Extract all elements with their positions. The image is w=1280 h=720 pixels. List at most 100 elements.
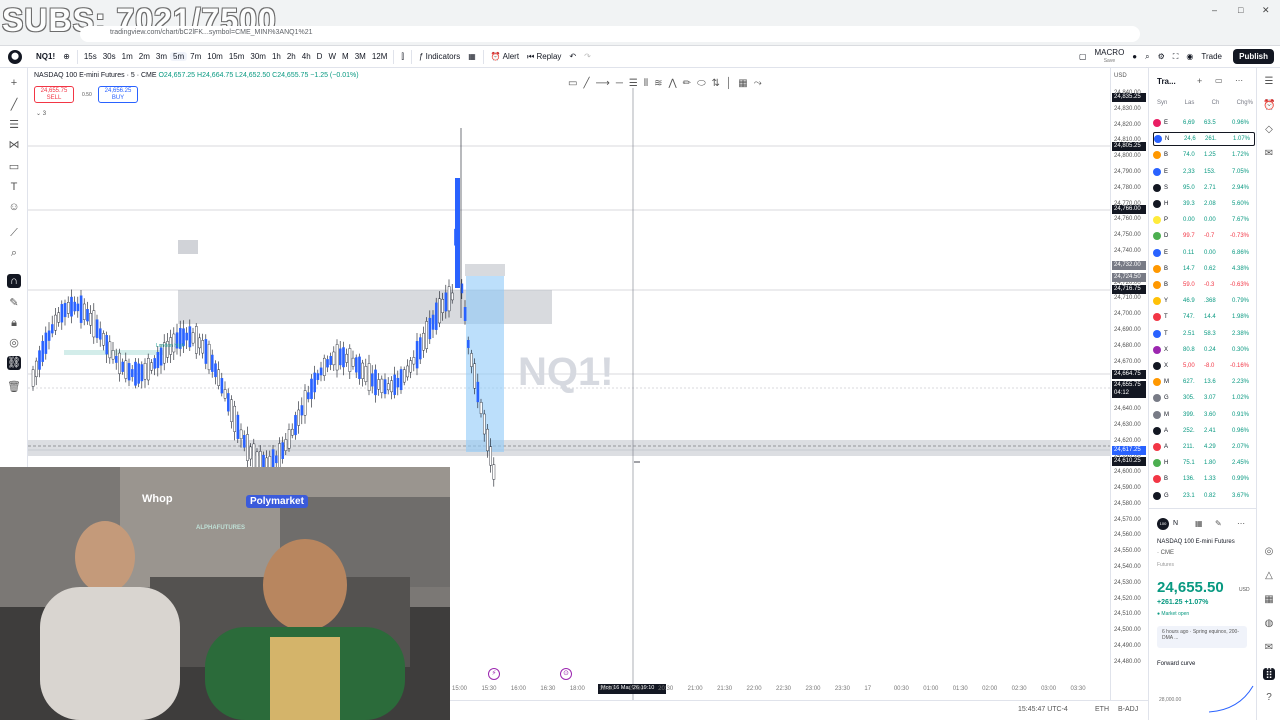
watchlist-row[interactable]: S 95.0 2.71 2.94% — [1153, 181, 1255, 195]
watchlist-row[interactable]: E 2,33 153. 7.05% — [1153, 165, 1255, 179]
close-window-button[interactable]: ✕ — [1262, 5, 1270, 16]
interval-3m[interactable]: 3M — [352, 52, 369, 61]
watchlist-row[interactable]: B 136. 1.33 0.99% — [1153, 472, 1255, 486]
alert-button[interactable]: ⏰ Alert — [487, 52, 523, 61]
col-symbol[interactable]: Syn — [1157, 100, 1167, 106]
messages-icon[interactable]: ✉ — [1263, 642, 1275, 654]
alerts-icon[interactable]: ⏰ — [1263, 100, 1275, 112]
lock-icon[interactable]: 🔒︎ — [7, 316, 21, 330]
forward-curve-title[interactable]: Forward curve — [1157, 661, 1195, 667]
pitchfork-tool-icon[interactable]: ⋀ — [668, 78, 676, 89]
ellipse-tool-icon[interactable]: ⬭ — [697, 78, 706, 89]
interval-7m[interactable]: 7m — [187, 52, 204, 61]
interval-15s[interactable]: 15s — [81, 52, 100, 61]
settings-icon[interactable]: ⚙ — [1154, 52, 1169, 61]
text-icon[interactable]: T — [7, 180, 21, 194]
trade-button[interactable]: Trade — [1197, 52, 1226, 61]
arrows-tool-icon[interactable]: ⇅ — [712, 78, 720, 89]
news-item[interactable]: 6 hours ago · Spring equinox, 200-DMA ..… — [1157, 626, 1247, 648]
interval-m[interactable]: M — [339, 52, 352, 61]
layouts-icon[interactable]: ▦ — [464, 52, 480, 61]
time-axis[interactable]: 15:00 15:30 16:00 16:30 18:00 18:30 20:00 20:30… — [450, 684, 1110, 696]
interval-30s[interactable]: 30s — [100, 52, 119, 61]
clock-text[interactable]: 15:45:47 UTC-4 — [1018, 706, 1068, 713]
search-icon[interactable]: ⌕ — [1141, 52, 1153, 62]
line-tool-icon[interactable]: ╱ — [583, 78, 589, 89]
apps-icon[interactable]: ⣿ — [1263, 668, 1275, 680]
watchlist-row[interactable]: Y 46.9 .368 0.79% — [1153, 294, 1255, 308]
interval-2h[interactable]: 2h — [284, 52, 299, 61]
record-icon[interactable]: ● — [1128, 52, 1141, 61]
hline-tool-icon[interactable]: ─ — [616, 78, 623, 89]
ruler-icon[interactable]: ⟋ — [7, 226, 21, 240]
watchlist-row[interactable]: N 24,6 261. 1.07% — [1153, 132, 1255, 147]
details-symbol[interactable]: N — [1173, 520, 1178, 527]
watchlist-row[interactable]: X 80.8 0.24 0.30% — [1153, 343, 1255, 357]
layout-name[interactable]: MACRO Save — [1091, 48, 1129, 65]
watchlist-icon[interactable]: ☰ — [1263, 76, 1275, 88]
tv-logo-icon[interactable]: ⬤ — [8, 49, 22, 64]
address-bar[interactable]: tradingview.com/chart/bC2lFK...symbol=CM… — [80, 26, 1140, 42]
fib-tool-icon[interactable]: ☰ — [629, 78, 638, 89]
magnet-icon[interactable]: ∩ — [7, 274, 21, 288]
camera-icon[interactable]: ◉ — [1182, 52, 1197, 61]
maximize-button[interactable]: □ — [1238, 5, 1243, 15]
vline-tool-icon[interactable]: │ — [726, 78, 732, 89]
col-last[interactable]: Las — [1185, 100, 1195, 106]
watchlist-row[interactable]: X 5,00 -8.0 -0.16% — [1153, 359, 1255, 373]
interval-15m[interactable]: 15m — [226, 52, 248, 61]
watchlist-row[interactable]: A 252. 2.41 0.96% — [1153, 424, 1255, 438]
col-change[interactable]: Ch — [1212, 100, 1220, 106]
interval-5m[interactable]: 5m — [170, 52, 188, 61]
calendar-icon[interactable]: ▦ — [1263, 594, 1275, 606]
details-grid-icon[interactable]: ▦ — [1195, 519, 1203, 528]
undo-icon[interactable]: ↶ — [565, 52, 580, 61]
watchlist-row[interactable]: T 2.51 58.3 2.38% — [1153, 327, 1255, 341]
interval-10m[interactable]: 10m — [204, 52, 226, 61]
chat-icon[interactable]: ✉ — [1263, 148, 1275, 160]
interval-1m[interactable]: 1m — [119, 52, 136, 61]
buy-button[interactable]: 24,656.25 BUY — [98, 86, 138, 103]
event-marker-icon[interactable]: ⚡ — [488, 668, 500, 680]
brush-tool-icon[interactable]: ✏ — [683, 78, 691, 89]
zoom-icon[interactable]: ⌕ — [7, 246, 21, 260]
details-edit-icon[interactable]: ✎ — [1215, 519, 1222, 528]
target-icon[interactable]: ◎ — [1263, 546, 1275, 558]
rectangle-icon[interactable]: ▭ — [7, 160, 21, 174]
replay-button[interactable]: ⏮ Replay — [523, 52, 565, 62]
symbol-search[interactable]: NQ1! — [32, 52, 59, 61]
trendline-icon[interactable]: ╱ — [7, 98, 21, 112]
watchlist-add-icon[interactable]: + — [1197, 76, 1202, 86]
watchlist-row[interactable]: G 305. 3.07 1.02% — [1153, 391, 1255, 405]
watchlist-row[interactable]: M 627. 13.6 2.23% — [1153, 375, 1255, 389]
watchlist-row[interactable]: M 399. 3.60 0.91% — [1153, 408, 1255, 422]
trash-icon[interactable]: 🗑︎ — [7, 380, 21, 394]
watchlist-row[interactable]: A 211. 4.29 2.07% — [1153, 440, 1255, 454]
adjustment-toggle[interactable]: B-ADJ — [1118, 706, 1138, 713]
watchlist-row[interactable]: D 99.7 -0.7 -0.73% — [1153, 229, 1255, 243]
watchlist-row[interactable]: B 59.0 -0.3 -0.63% — [1153, 278, 1255, 292]
pattern-icon[interactable]: ⋈ — [7, 138, 21, 152]
grid-tool-icon[interactable]: ▦ — [738, 78, 747, 89]
icon-tool-icon[interactable]: ☺ — [7, 200, 21, 214]
indicator-collapse[interactable]: ⌄ 3 — [36, 110, 46, 117]
watchlist-row[interactable]: G 23.1 0.82 3.67% — [1153, 489, 1255, 503]
interval-4h[interactable]: 4h — [299, 52, 314, 61]
ray-tool-icon[interactable]: ⟶ — [595, 78, 609, 89]
link-icon[interactable]: ⛓ — [7, 356, 21, 370]
watchlist-row[interactable]: T 747. 14.4 1.98% — [1153, 310, 1255, 324]
layout-toggle-icon[interactable]: ▢ — [1075, 52, 1091, 61]
details-more-icon[interactable]: ⋯ — [1237, 519, 1245, 528]
redo-icon[interactable]: ↷ — [580, 52, 595, 61]
interval-2m[interactable]: 2m — [136, 52, 153, 61]
interval-w[interactable]: W — [325, 52, 339, 61]
watchlist-more-icon[interactable]: ⋯ — [1235, 76, 1243, 85]
channel-tool-icon[interactable]: ⫴ — [644, 78, 648, 89]
watchlist-row[interactable]: H 39.3 2.08 5.60% — [1153, 197, 1255, 211]
layers-icon[interactable]: ◇ — [1263, 124, 1275, 136]
watchlist-row[interactable]: E 6,69 63.5 0.96% — [1153, 116, 1255, 130]
col-change-pct[interactable]: Chg% — [1237, 100, 1253, 106]
watchlist-row[interactable]: B 74.0 1.25 1.72% — [1153, 148, 1255, 162]
interval-d[interactable]: D — [314, 52, 326, 61]
currency-label[interactable]: USD — [1114, 73, 1127, 79]
